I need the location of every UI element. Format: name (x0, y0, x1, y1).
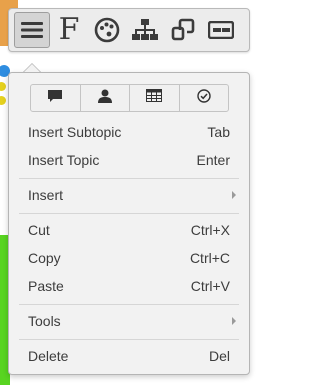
add-comment-button[interactable] (31, 85, 81, 111)
add-assignee-button[interactable] (81, 85, 130, 111)
menu-item-label: Copy (28, 250, 61, 266)
menu-item-shortcut: Tab (207, 124, 230, 140)
menu-item-insert-subtopic[interactable]: Insert Subtopic Tab (9, 120, 249, 144)
comment-icon (47, 89, 63, 108)
menu-item-copy[interactable]: Copy Ctrl+C (9, 246, 249, 270)
menu-item-label: Insert (28, 187, 64, 203)
add-task-button[interactable] (180, 85, 229, 111)
canvas-marker (0, 96, 6, 105)
menu-pointer-fill (24, 64, 40, 72)
menu-separator (19, 213, 239, 214)
menu-item-shortcut: Ctrl+C (189, 250, 230, 266)
menu-separator (19, 304, 239, 305)
table-icon (146, 89, 163, 107)
menu-item-tools[interactable]: Tools (9, 309, 249, 333)
menu-item-delete[interactable]: Delete Del (9, 344, 249, 368)
font-icon: F (58, 12, 80, 47)
menu-separator (19, 178, 239, 179)
check-circle-icon (197, 88, 211, 108)
structure-button[interactable] (126, 8, 164, 52)
menu-item-label: Delete (28, 348, 69, 364)
menu-item-shortcut: Ctrl+X (190, 222, 230, 238)
submenu-arrow-icon (232, 317, 236, 325)
style-button[interactable] (88, 8, 126, 52)
link-icon (171, 18, 195, 42)
submenu-arrow-icon (232, 191, 236, 199)
quick-actions-group (30, 84, 229, 112)
menu-item-label: Tools (28, 313, 61, 329)
floating-toolbar: F (8, 8, 250, 52)
menu-item-insert-topic[interactable]: Insert Topic Enter (9, 148, 249, 172)
palette-icon (94, 17, 120, 43)
menu-button[interactable] (14, 12, 50, 48)
menu-item-label: Insert Subtopic (28, 124, 122, 140)
hamburger-menu-icon (21, 21, 43, 39)
menu-item-paste[interactable]: Paste Ctrl+V (9, 274, 249, 298)
menu-separator (19, 339, 239, 340)
relationship-button[interactable] (164, 8, 202, 52)
menu-item-shortcut: Ctrl+V (190, 278, 230, 294)
menu-item-insert[interactable]: Insert (9, 183, 249, 207)
user-icon (97, 89, 113, 108)
menu-item-label: Cut (28, 222, 50, 238)
menu-item-cut[interactable]: Cut Ctrl+X (9, 218, 249, 242)
menu-item-shortcut: Del (208, 348, 230, 364)
menu-item-label: Paste (28, 278, 64, 294)
canvas-marker (0, 82, 6, 91)
label-icon (208, 21, 234, 39)
label-button[interactable] (202, 8, 240, 52)
menu-item-shortcut: Enter (196, 152, 230, 168)
context-menu: Insert Subtopic Tab Insert Topic Enter I… (8, 72, 250, 375)
menu-item-label: Insert Topic (28, 152, 100, 168)
insert-table-button[interactable] (130, 85, 180, 111)
font-button[interactable]: F (50, 8, 88, 52)
structure-icon (132, 18, 158, 42)
